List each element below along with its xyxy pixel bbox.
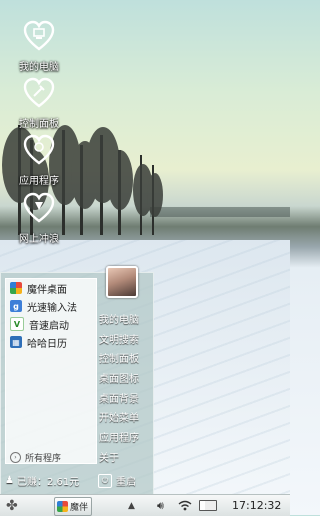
all-programs-button[interactable]: › 所有程序 [10,451,61,464]
start-menu-app-list: 魔伴桌面 g 光速输入法 V 音速启动 ▦ 哈哈日历 › 所有程序 [5,278,97,464]
restart-button[interactable]: ⏻ 重启 [98,473,136,488]
app-label: 魔伴桌面 [27,284,67,296]
earnings-balance: ♟ 已赚：2.61元 [5,473,79,488]
clock[interactable]: 17:12:32 [232,495,281,516]
start-menu-app-guangsu[interactable]: g 光速输入法 [6,297,96,315]
tray-expand-arrow-icon[interactable]: ▲ [128,495,135,516]
desktop-icon-control-panel[interactable]: 控制面板 [9,77,69,130]
mobanzhuomian-icon [57,501,68,512]
restart-label: 重启 [116,477,136,488]
shortcut-start-menu[interactable]: 开始菜单 [99,409,151,429]
desktop-icon-label: 网上冲浪 [19,234,59,245]
volume-icon[interactable]: 🔊︎ [157,495,164,516]
shortcut-desktop-icons[interactable]: 桌面图标 [99,370,151,390]
taskbar-task-moban[interactable]: 魔伴 [54,497,92,516]
shortcut-control-panel[interactable]: 控制面板 [99,350,151,370]
start-menu-footer: ♟ 已赚：2.61元 ⏻ 重启 [0,471,152,491]
shortcut-applications[interactable]: 应用程序 [99,429,151,449]
heart-apps-icon [23,134,55,165]
yinsu-launch-icon: V [10,317,24,331]
power-icon: ⏻ [98,473,112,488]
app-label: 光速输入法 [27,302,77,314]
start-menu-shortcuts: 我的电脑 文明搜索 控制面板 桌面图标 桌面背景 开始菜单 应用程序 关于 [99,311,151,469]
desktop-icon-label: 应用程序 [19,176,59,187]
shortcut-search[interactable]: 文明搜索 [99,331,151,351]
clover-icon: ✤ [6,497,18,514]
battery-icon[interactable] [199,495,217,516]
shortcut-about[interactable]: 关于 [99,449,151,469]
desktop-icon-label: 我的电脑 [19,62,59,73]
start-menu-app-moban[interactable]: 魔伴桌面 [6,279,96,297]
desktop-icon-web-surfing[interactable]: 网上冲浪 [9,192,69,245]
wifi-icon[interactable] [178,495,192,516]
heart-globe-icon [23,192,55,223]
heart-wrench-icon [23,77,55,108]
heart-computer-icon [23,20,55,51]
mobanzhuomian-icon [10,282,22,294]
start-menu-app-haha-calendar[interactable]: ▦ 哈哈日历 [6,333,96,351]
arrow-right-icon: › [10,452,21,463]
desktop-icon-label: 控制面板 [19,119,59,130]
user-avatar[interactable] [106,266,138,298]
all-programs-label: 所有程序 [25,454,62,464]
shortcut-desktop-background[interactable]: 桌面背景 [99,390,151,410]
app-label: 哈哈日历 [27,338,67,350]
haha-calendar-icon: ▦ [10,336,22,348]
guangsu-input-icon: g [10,300,22,312]
start-menu-app-yinsu[interactable]: V 音速启动 [6,315,96,333]
desktop-icon-my-computer[interactable]: 我的电脑 [9,20,69,73]
start-button[interactable]: ✤ [6,495,18,516]
desktop-icon-applications[interactable]: 应用程序 [9,134,69,187]
taskbar: ✤ 魔伴 ▲ 🔊︎ 17:12:32 [0,494,290,516]
app-label: 音速启动 [29,320,69,332]
money-bag-icon: ♟ [5,475,14,486]
shortcut-my-computer[interactable]: 我的电脑 [99,311,151,331]
task-label: 魔伴 [70,503,89,513]
balance-label: 已赚：2.61元 [16,477,80,488]
